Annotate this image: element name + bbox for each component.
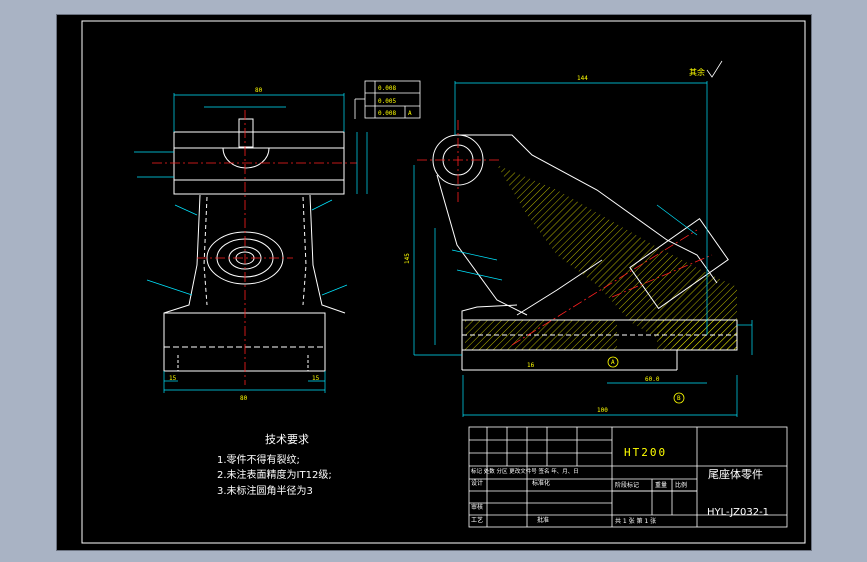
tech-req-heading: 技术要求 bbox=[265, 433, 309, 446]
front-view bbox=[163, 118, 346, 372]
gdt-value-2: 0.005 bbox=[378, 98, 396, 105]
gdt-frame: 0.008 0.005 0.008 A bbox=[354, 80, 421, 119]
title-part-name: 尾座体零件 bbox=[708, 467, 763, 481]
gdt-value-3: 0.008 bbox=[378, 110, 396, 117]
title-stage-mark: 阶段标记 bbox=[615, 481, 639, 489]
gdt-datum-a: A bbox=[408, 110, 412, 117]
title-row-marks: 标记 处数 分区 更改文件号 签名 年、月、日 bbox=[471, 467, 579, 475]
title-weight: 重量 bbox=[655, 481, 667, 489]
drawing-canvas: 80 80 15 15 0.008 0.005 0.008 A 144 145 … bbox=[81, 20, 806, 544]
title-designer: 设计 bbox=[471, 479, 483, 487]
dim-side-top: 144 bbox=[577, 75, 588, 82]
tech-requirements: 技术要求 1.零件不得有裂纹; 2.未注表面精度为IT12级; 3.未标注圆角半… bbox=[217, 433, 332, 497]
dim-side-16: 16 bbox=[527, 362, 535, 369]
dim-left-15: 15 bbox=[169, 375, 177, 382]
title-standardization: 标准化 bbox=[532, 479, 550, 487]
tech-req-item-3: 3.未标注圆角半径为3 bbox=[217, 484, 313, 497]
title-checker: 审核 bbox=[471, 503, 483, 511]
datum-a-label: A bbox=[611, 359, 615, 366]
front-dimensions bbox=[134, 93, 368, 393]
datum-b-label: B bbox=[677, 395, 681, 402]
tech-req-item-2: 2.未注表面精度为IT12级; bbox=[217, 468, 332, 481]
title-sheets: 共 1 张 第 1 张 bbox=[615, 517, 656, 525]
front-centerlines bbox=[152, 110, 357, 385]
dim-side-height: 145 bbox=[404, 253, 411, 264]
drawing-sheet: 80 80 15 15 0.008 0.005 0.008 A 144 145 … bbox=[56, 14, 812, 551]
dim-top-width: 80 bbox=[255, 87, 263, 94]
svg-text:其余: 其余 bbox=[689, 67, 705, 77]
gdt-value-1: 0.008 bbox=[378, 85, 396, 92]
dim-right-15: 15 bbox=[312, 375, 320, 382]
title-approve: 批准 bbox=[537, 516, 549, 524]
tech-req-item-1: 1.零件不得有裂纹; bbox=[217, 453, 300, 466]
dim-side-overall: 100 bbox=[597, 407, 608, 414]
title-process: 工艺 bbox=[471, 516, 483, 524]
title-scale: 比例 bbox=[675, 481, 687, 489]
dim-side-60: 60.0 bbox=[645, 376, 660, 383]
dim-base-width: 80 bbox=[240, 395, 248, 402]
roughness-note: 其余 bbox=[689, 60, 723, 78]
side-view: 144 145 100 60.0 16 A B bbox=[404, 75, 753, 417]
title-material: HT200 bbox=[624, 446, 667, 459]
title-drawing-no: HYL-JZ032-1 bbox=[707, 507, 769, 518]
